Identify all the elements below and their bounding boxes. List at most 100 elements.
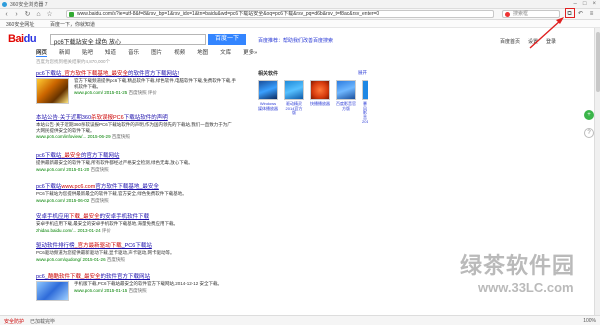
tab-music[interactable]: 音乐 bbox=[128, 48, 139, 57]
toplink-login[interactable]: 登录 bbox=[546, 38, 556, 45]
search-button[interactable]: 百度一下 bbox=[208, 34, 246, 45]
related-app[interactable]: 百度影音官方版 bbox=[336, 80, 356, 111]
result-title[interactable]: pc6_酷酷软件下载_最安全的软件官方下载网站 bbox=[36, 272, 236, 280]
scrollbar-thumb[interactable] bbox=[596, 32, 600, 92]
result-thumbnail[interactable] bbox=[36, 78, 69, 104]
maximize-icon[interactable]: □ bbox=[583, 1, 587, 7]
tab-tieba[interactable]: 贴吧 bbox=[82, 48, 93, 57]
search-placeholder: 搜索框 bbox=[513, 11, 529, 17]
result-item: 驱动软件排行榜_官方最新驱动下载_PC6下载站 PC6驱动频道为您提供最新驱动下… bbox=[36, 241, 236, 263]
result-url[interactable]: www.pc6.com/ 2015-06-02 百度快照 bbox=[36, 198, 236, 204]
result-item: pc6_酷酷软件下载_最安全的软件官方下载网站 手机版下载,PC6下载站最安全的… bbox=[36, 272, 236, 301]
app-image bbox=[284, 80, 304, 100]
status-left[interactable]: 安全防护 bbox=[4, 318, 24, 325]
result-title[interactable]: pc6下载站www.pc6.com官方软件下载基地_最安全 bbox=[36, 182, 236, 190]
result-url[interactable]: www.pc6.com/ 2015-01-15 百度快照 bbox=[74, 288, 236, 294]
result-title[interactable]: pc6下载站_官方软件下载基地_最安全的软件官方下载网站! bbox=[36, 69, 236, 77]
refresh-icon[interactable]: ↻ bbox=[23, 10, 32, 19]
tab-wenku[interactable]: 文库 bbox=[220, 48, 231, 57]
related-software: 相关软件 展开 Windows媒体播放器 驱动精灵2014官方版 快播播放器 百… bbox=[258, 70, 368, 124]
watermark-en: www.33LC.com bbox=[478, 280, 574, 295]
window-controls: – □ × bbox=[574, 1, 596, 7]
result-item: 本站公告·关于近期360杀软误报PC6下载站软件的声明 本站公告·关于近期360… bbox=[36, 113, 236, 140]
address-bar[interactable]: www.baidu.com/s?ie=utf-8&f=8&rsv_bp=1&rs… bbox=[66, 10, 494, 18]
result-title[interactable]: 驱动软件排行榜_官方最新驱动下载_PC6下载站 bbox=[36, 241, 236, 249]
result-url[interactable]: www.pc6.com/ 2015-01-20 百度快照 bbox=[36, 167, 236, 173]
bookmark-item[interactable]: 360安全网址 bbox=[6, 21, 34, 28]
window-title: 360安全浏览器 7 bbox=[10, 2, 48, 8]
back-icon[interactable]: ‹ bbox=[2, 10, 11, 19]
result-count: 百度为您找到相关结果约4,870,000个 bbox=[36, 59, 111, 64]
app-image bbox=[258, 80, 278, 100]
toplink-settings[interactable]: 设置 bbox=[528, 38, 538, 45]
tab-more[interactable]: 更多» bbox=[243, 48, 257, 57]
search-input[interactable]: pc6下载站安全 绿色 放心 bbox=[50, 34, 206, 46]
tab-web[interactable]: 网页 bbox=[36, 48, 48, 57]
result-item: 安卓手机应用下载_最安全的安卓手机软件下载 安卓手机应用下载,最安全的安卓手机软… bbox=[36, 212, 236, 234]
home-icon[interactable]: ⌂ bbox=[34, 10, 43, 19]
scrollbar[interactable] bbox=[594, 28, 600, 315]
related-app[interactable]: Windows媒体播放器 bbox=[258, 80, 278, 111]
browser-logo-icon bbox=[2, 2, 7, 7]
tab-images[interactable]: 图片 bbox=[151, 48, 162, 57]
result-description: 安卓手机应用下载,最安全的安卓手机软件下载基地,海量免费应用下载。 bbox=[36, 221, 178, 226]
result-thumbnail[interactable] bbox=[36, 281, 69, 301]
related-app[interactable]: 驱动精灵2014官方版 bbox=[284, 80, 304, 116]
watermark-cn: 绿茶软件园 bbox=[460, 253, 576, 278]
related-app[interactable]: 暴风影音2015 bbox=[362, 80, 368, 125]
result-url[interactable]: www.pc6.com/ 2015-01-25 百度快照 评价 bbox=[74, 90, 236, 96]
result-title[interactable]: pc6下载站_最安全的官方下载网站 bbox=[36, 151, 236, 159]
related-more-link[interactable]: 展开 bbox=[358, 70, 367, 76]
tab-news[interactable]: 新闻 bbox=[59, 48, 70, 57]
app-image bbox=[362, 80, 368, 100]
search-tabs: 网页 新闻 贴吧 知道 音乐 图片 视频 地图 文库 更多» bbox=[36, 48, 257, 57]
tab-zhidao[interactable]: 知道 bbox=[105, 48, 116, 57]
status-middle: 已加载完毕 bbox=[30, 319, 56, 325]
related-app[interactable]: 快播播放器 bbox=[310, 80, 330, 107]
result-item: pc6下载站www.pc6.com官方软件下载基地_最安全 PC6下载站为您提供… bbox=[36, 182, 236, 204]
search-engine-icon[interactable] bbox=[505, 12, 510, 17]
result-title[interactable]: 本站公告·关于近期360杀软误报PC6下载站软件的声明 bbox=[36, 113, 236, 121]
zoom-level[interactable]: 100% bbox=[583, 318, 596, 324]
navigation-bar: ‹ › ↻ ⌂ ☆ www.baidu.com/s?ie=utf-8&f=8&r… bbox=[0, 9, 600, 20]
result-item: pc6下载站_官方软件下载基地_最安全的软件官方下载网站! 官方下载频道提供pc… bbox=[36, 69, 237, 104]
app-label: 驱动精灵2014官方版 bbox=[285, 101, 303, 116]
share-icon[interactable]: + bbox=[584, 110, 594, 120]
result-description: 手机版下载,PC6下载站最安全的软件官方下载网站,2014-12-12 安全下载… bbox=[74, 281, 223, 286]
bookmark-item[interactable]: 百度一下，你就知道 bbox=[50, 21, 95, 28]
app-label: 暴风影音2015 bbox=[362, 101, 368, 125]
highlight-box bbox=[565, 8, 575, 18]
result-url[interactable]: www.pc6.com/qudong/ 2015-01-26 百度快照 bbox=[36, 257, 236, 263]
app-image bbox=[336, 80, 356, 100]
close-icon[interactable]: × bbox=[592, 1, 596, 7]
toplink-home[interactable]: 百度首页 bbox=[500, 38, 520, 45]
menu-icon[interactable]: ≡ bbox=[587, 10, 596, 19]
top-links: 百度首页 设置 登录 bbox=[500, 38, 556, 45]
result-url[interactable]: zhidao.baidu.com/... 2013-01-24 评价 bbox=[36, 228, 236, 234]
app-label: 百度影音官方版 bbox=[336, 101, 356, 111]
minimize-icon[interactable]: – bbox=[574, 1, 577, 7]
forward-icon[interactable]: › bbox=[12, 10, 21, 19]
result-url[interactable]: www.pc6.com/infoview/... 2015-06-29 百度快照 bbox=[36, 134, 236, 140]
secure-icon bbox=[69, 12, 74, 17]
app-label: 快播播放器 bbox=[310, 101, 330, 106]
promo-link[interactable]: 百度推荐：帮助我们改善百度搜索 bbox=[258, 37, 333, 44]
search-query: pc6下载站安全 绿色 放心 bbox=[54, 40, 122, 46]
bookmarks-bar: 360安全网址 百度一下，你就知道 bbox=[0, 20, 600, 28]
favorites-icon[interactable]: ☆ bbox=[45, 10, 54, 19]
baidu-logo[interactable]: Baidu bbox=[8, 33, 37, 45]
undo-icon[interactable]: ↶ bbox=[576, 10, 585, 19]
result-description: 官方下载频道提供pc6下载,精品软件下载,绿色软件,电脑软件下载,免费软件下载,… bbox=[74, 78, 237, 89]
result-description: PC6驱动频道为您提供最新驱动下载,显卡驱动,声卡驱动,网卡驱动等。 bbox=[36, 250, 175, 255]
app-label: Windows媒体播放器 bbox=[258, 101, 278, 111]
tab-map[interactable]: 地图 bbox=[197, 48, 208, 57]
watermark: 绿茶软件园 www.33LC.com bbox=[420, 248, 590, 310]
tab-video[interactable]: 视频 bbox=[174, 48, 185, 57]
feedback-icon[interactable]: ? bbox=[584, 128, 594, 138]
browser-search-field[interactable]: 搜索框 bbox=[502, 10, 560, 18]
app-image bbox=[310, 80, 330, 100]
result-description: 提供最新最安全的软件下载,所有软件都经过严格安全检测,绿色无毒,放心下载。 bbox=[36, 160, 193, 165]
result-description: 本站公告·关于近期360杀软误报PC6下载站软件的声明,作为国内领先的下载站,我… bbox=[36, 122, 232, 133]
result-title[interactable]: 安卓手机应用下载_最安全的安卓手机软件下载 bbox=[36, 212, 236, 220]
address-url[interactable]: www.baidu.com/s?ie=utf-8&f=8&rsv_bp=1&rs… bbox=[77, 11, 477, 18]
